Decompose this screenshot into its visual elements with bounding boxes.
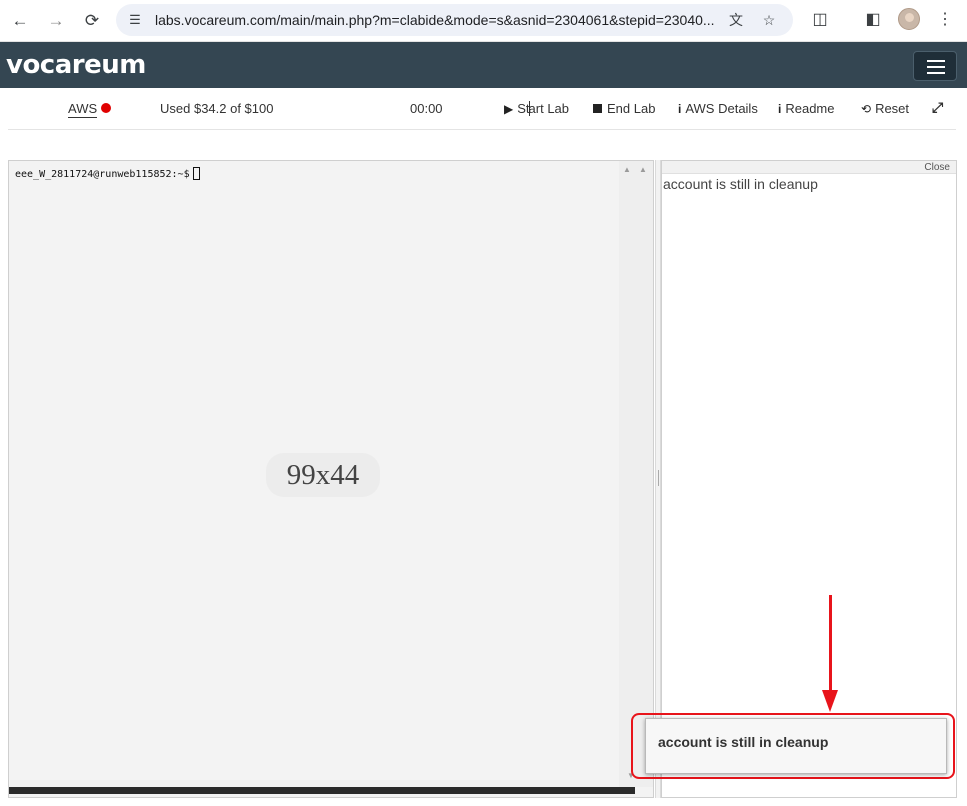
play-icon: ▶: [504, 102, 514, 116]
annotation-arrow-head: [822, 690, 838, 712]
profile-avatar[interactable]: [898, 8, 920, 30]
fullscreen-icon[interactable]: ⤢: [932, 99, 943, 116]
aws-status-dot: [101, 103, 112, 113]
terminal-size-indicator: 99x44: [266, 453, 380, 497]
panel-message: account is still in cleanup: [663, 176, 818, 192]
message-panel: Close account is still in cleanup: [661, 160, 957, 798]
extensions-icon[interactable]: ◫: [809, 9, 831, 31]
back-arrow-icon[interactable]: ←: [8, 9, 32, 33]
aws-details-label: AWS Details: [685, 101, 758, 116]
reset-label: Reset: [875, 101, 910, 116]
reload-icon[interactable]: ⟳: [80, 9, 104, 33]
app-header: vocareum: [0, 42, 967, 88]
url-text[interactable]: labs.vocareum.com/main/main.php?m=clabid…: [155, 12, 715, 28]
splitter-grip[interactable]: [658, 470, 659, 486]
hamburger-bar: [927, 72, 945, 74]
toast-message: account is still in cleanup: [658, 734, 829, 750]
scroll-up-icon[interactable]: ▲: [623, 165, 631, 174]
terminal-panel[interactable]: eee_W_2811724@runweb115852:~$ 99x44 ▲ ▲ …: [8, 160, 654, 798]
hamburger-bar: [927, 60, 945, 62]
end-lab-label: End Lab: [607, 101, 656, 116]
aws-status[interactable]: AWS: [68, 101, 112, 118]
menu-dots-icon[interactable]: ⋮: [934, 9, 956, 31]
translate-icon[interactable]: 文: [727, 11, 745, 29]
terminal-prompt-text: eee_W_2811724@runweb115852:~$: [15, 169, 190, 180]
notification-toast: account is still in cleanup: [645, 718, 947, 774]
side-panel-icon[interactable]: ◧: [862, 9, 884, 31]
readme-button[interactable]: i Readme: [778, 101, 834, 116]
terminal-prompt: eee_W_2811724@runweb115852:~$: [15, 167, 200, 180]
forward-arrow-icon[interactable]: →: [44, 9, 68, 33]
info-icon: i: [778, 102, 782, 116]
reset-icon: ⟲: [861, 102, 872, 116]
vocareum-logo[interactable]: vocareum: [6, 50, 146, 80]
lab-toolbar: AWS Used $34.2 of $100 00:00 ▶ Start Lab …: [0, 88, 967, 130]
site-settings-icon[interactable]: ☰: [126, 11, 144, 29]
hamburger-bar: [927, 66, 945, 68]
scroll-up-icon[interactable]: ▲: [639, 165, 647, 174]
readme-label: Readme: [785, 101, 835, 116]
terminal-cursor: [192, 167, 200, 180]
close-panel-button[interactable]: Close: [924, 162, 950, 173]
stop-icon: [593, 104, 602, 113]
info-icon: i: [678, 102, 682, 116]
star-icon[interactable]: ☆: [760, 11, 778, 29]
terminal-horizontal-scrollbar[interactable]: [9, 787, 635, 794]
panel-header-strip: [662, 161, 956, 174]
budget-text: Used $34.2 of $100: [160, 101, 274, 116]
reset-button[interactable]: ⟲ Reset: [861, 101, 909, 116]
browser-toolbar: ← → ⟳ ☰ labs.vocareum.com/main/main.php?…: [0, 0, 967, 42]
session-timer: 00:00: [410, 101, 443, 116]
hamburger-menu-button[interactable]: [913, 51, 957, 81]
end-lab-button[interactable]: End Lab: [593, 101, 655, 116]
aws-details-button[interactable]: i AWS Details: [678, 101, 758, 116]
address-bar[interactable]: ☰ labs.vocareum.com/main/main.php?m=clab…: [116, 4, 793, 36]
toolbar-divider: [8, 129, 956, 130]
start-lab-button[interactable]: ▶ Start Lab: [504, 101, 569, 116]
aws-label[interactable]: AWS: [68, 101, 98, 118]
terminal-scrollbar[interactable]: ▲ ▲: [619, 161, 653, 787]
start-lab-label-end: art Lab: [528, 101, 570, 116]
annotation-arrow-shaft: [829, 595, 832, 693]
